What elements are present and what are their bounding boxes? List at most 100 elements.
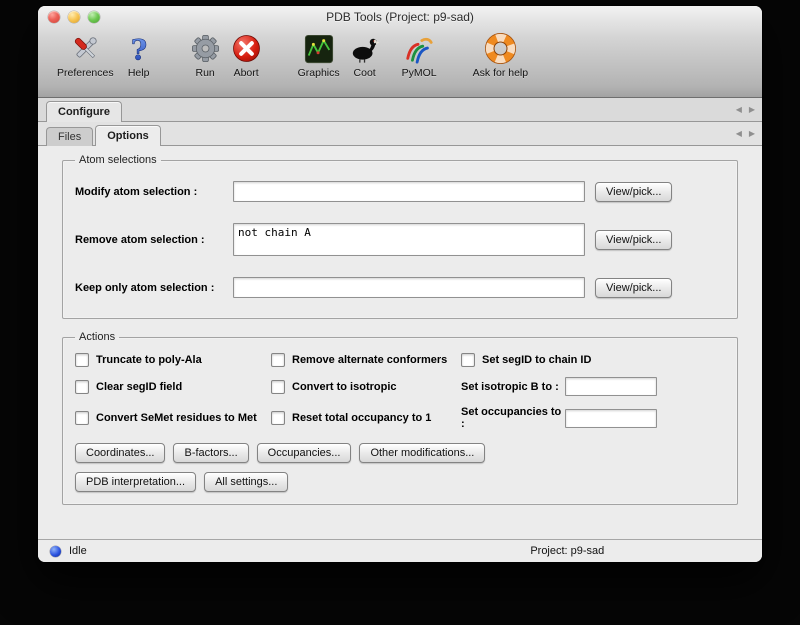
checkbox-icon[interactable]: [75, 411, 89, 425]
checkbox-truncate-to-poly-ala[interactable]: Truncate to poly-Ala: [75, 353, 271, 367]
checkbox-icon[interactable]: [271, 353, 285, 367]
coot-bird-icon: [350, 32, 380, 65]
remove-atom-selection-row: Remove atom selection : not chain A View…: [75, 223, 725, 256]
toolbar-button-pymol[interactable]: PyMOL: [397, 31, 442, 80]
modify-atom-selection-row: Modify atom selection : View/pick...: [75, 181, 725, 202]
tab-configure[interactable]: Configure: [46, 101, 122, 122]
toolbar-button-abort[interactable]: Abort: [226, 31, 267, 80]
tab-scroll-arrows: ◀ ▶: [736, 98, 755, 121]
set-occupancies-label: Set occupancies to :: [461, 406, 565, 430]
occupancies-button[interactable]: Occupancies...: [257, 443, 352, 463]
checkbox-remove-alternate-conformers[interactable]: Remove alternate conformers: [271, 353, 461, 367]
set-occupancies-field: Set occupancies to :: [461, 406, 725, 430]
page-tab-bar: Files Options ◀ ▶: [38, 122, 762, 146]
set-occupancies-input[interactable]: [565, 409, 657, 428]
toolbar-button-label: Run: [195, 67, 214, 79]
pymol-ribbon-icon: [404, 32, 434, 65]
b-factors-button[interactable]: B-factors...: [173, 443, 248, 463]
checkbox-label: Convert to isotropic: [292, 381, 397, 393]
tab-files[interactable]: Files: [46, 127, 93, 146]
checkbox-convert-semet-residues-to-met[interactable]: Convert SeMet residues to Met: [75, 411, 271, 425]
set-isotropic-b-input[interactable]: [565, 377, 657, 396]
remove-atom-selection-input[interactable]: not chain A: [233, 223, 585, 256]
toolbar-button-help[interactable]: ? Help: [119, 31, 159, 80]
checkbox-label: Convert SeMet residues to Met: [96, 412, 257, 424]
toolbar-button-label: Graphics: [298, 67, 340, 79]
modify-view-pick-button[interactable]: View/pick...: [595, 182, 672, 202]
traffic-lights: [48, 11, 100, 23]
window-header: PDB Tools (Project: p9-sad): [38, 6, 762, 98]
checkbox-label: Truncate to poly-Ala: [96, 354, 202, 366]
toolbar-button-label: PyMOL: [402, 67, 437, 79]
toolbar-button-label: Help: [128, 67, 150, 79]
checkbox-reset-total-occupancy-to-1[interactable]: Reset total occupancy to 1: [271, 411, 461, 425]
checkbox-label: Remove alternate conformers: [292, 354, 447, 366]
actions-group: Actions Truncate to poly-Ala Remove alte…: [62, 331, 738, 505]
checkbox-icon[interactable]: [75, 353, 89, 367]
minimize-window-button[interactable]: [68, 11, 80, 23]
tab-options[interactable]: Options: [95, 125, 161, 146]
title-bar[interactable]: PDB Tools (Project: p9-sad): [38, 6, 762, 28]
abort-cross-icon: [231, 32, 262, 65]
tab-files-label: Files: [58, 131, 81, 143]
actions-buttons-row-2: PDB interpretation... All settings...: [75, 472, 725, 492]
task-tab-bar: Configure ◀ ▶: [38, 98, 762, 122]
tab-options-label: Options: [107, 130, 149, 142]
actions-checkbox-grid: Truncate to poly-Ala Remove alternate co…: [75, 353, 725, 430]
options-panel: Atom selections Modify atom selection : …: [38, 146, 762, 538]
help-question-icon: ?: [124, 32, 154, 65]
actions-group-title: Actions: [75, 331, 119, 343]
preferences-tools-icon: [70, 32, 101, 65]
toolbar-button-label: Coot: [354, 67, 376, 79]
remove-view-pick-button[interactable]: View/pick...: [595, 230, 672, 250]
keep-only-atom-selection-label: Keep only atom selection :: [75, 282, 233, 294]
modify-atom-selection-label: Modify atom selection :: [75, 186, 233, 198]
keep-only-view-pick-button[interactable]: View/pick...: [595, 278, 672, 298]
lifebuoy-icon: [484, 32, 517, 65]
coordinates-button[interactable]: Coordinates...: [75, 443, 165, 463]
app-window: PDB Tools (Project: p9-sad): [38, 6, 762, 562]
other-modifications-button[interactable]: Other modifications...: [359, 443, 485, 463]
keep-only-atom-selection-row: Keep only atom selection : View/pick...: [75, 277, 725, 298]
graphics-icon: [304, 32, 334, 65]
pdb-interpretation-button[interactable]: PDB interpretation...: [75, 472, 196, 492]
checkbox-icon[interactable]: [271, 380, 285, 394]
checkbox-icon[interactable]: [461, 353, 475, 367]
status-text: Idle: [69, 545, 87, 557]
toolbar-button-label: Abort: [234, 67, 259, 79]
checkbox-icon[interactable]: [271, 411, 285, 425]
actions-buttons-row-1: Coordinates... B-factors... Occupancies.…: [75, 443, 725, 463]
checkbox-label: Clear segID field: [96, 381, 182, 393]
status-bar: Idle Project: p9-sad: [38, 539, 762, 562]
checkbox-clear-segid-field[interactable]: Clear segID field: [75, 380, 271, 394]
toolbar-button-run[interactable]: Run: [185, 31, 226, 80]
checkbox-convert-to-isotropic[interactable]: Convert to isotropic: [271, 380, 461, 394]
checkbox-label: Reset total occupancy to 1: [292, 412, 431, 424]
toolbar-button-graphics[interactable]: Graphics: [293, 31, 345, 80]
checkbox-icon[interactable]: [75, 380, 89, 394]
run-gear-icon: [190, 32, 221, 65]
atom-selections-group: Atom selections Modify atom selection : …: [62, 154, 738, 319]
checkbox-set-segid-to-chain-id[interactable]: Set segID to chain ID: [461, 353, 725, 367]
tab-scroll-left-icon[interactable]: ◀: [736, 129, 742, 138]
toolbar-button-ask-for-help[interactable]: Ask for help: [468, 31, 533, 80]
all-settings-button[interactable]: All settings...: [204, 472, 288, 492]
atom-selections-group-title: Atom selections: [75, 154, 161, 166]
keep-only-atom-selection-input[interactable]: [233, 277, 585, 298]
tab-scroll-arrows: ◀ ▶: [736, 122, 755, 145]
toolbar-button-label: Ask for help: [473, 67, 528, 79]
close-window-button[interactable]: [48, 11, 60, 23]
tab-scroll-left-icon[interactable]: ◀: [736, 105, 742, 114]
modify-atom-selection-input[interactable]: [233, 181, 585, 202]
toolbar-button-coot[interactable]: Coot: [345, 31, 385, 80]
tab-scroll-right-icon[interactable]: ▶: [749, 129, 755, 138]
svg-text:?: ?: [130, 34, 146, 64]
zoom-window-button[interactable]: [88, 11, 100, 23]
window-title: PDB Tools (Project: p9-sad): [38, 6, 762, 28]
tab-scroll-right-icon[interactable]: ▶: [749, 105, 755, 114]
remove-atom-selection-label: Remove atom selection :: [75, 234, 233, 246]
set-isotropic-b-label: Set isotropic B to :: [461, 381, 565, 393]
toolbar-button-preferences[interactable]: Preferences: [52, 31, 119, 80]
checkbox-label: Set segID to chain ID: [482, 354, 591, 366]
tab-configure-label: Configure: [58, 106, 110, 118]
